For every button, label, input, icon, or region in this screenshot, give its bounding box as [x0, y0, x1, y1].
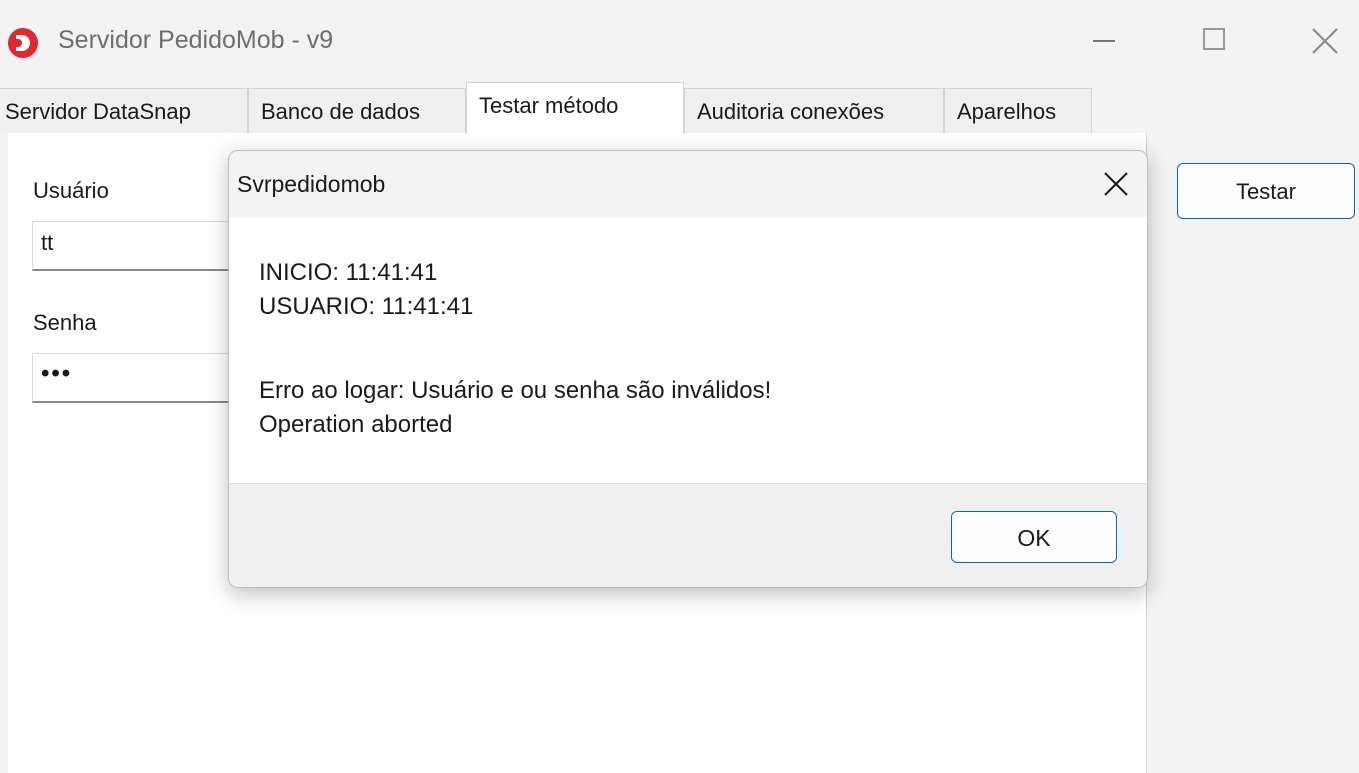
minimize-button[interactable] [1065, 18, 1145, 64]
dialog-close-button[interactable] [1087, 163, 1147, 205]
maximize-button[interactable] [1175, 18, 1255, 64]
senha-input[interactable]: ••• [32, 353, 252, 403]
testar-button[interactable]: Testar [1177, 163, 1355, 219]
error-message-line: Erro ao logar: Usuário e ou senha são in… [259, 377, 772, 404]
dialog-message: INICIO: 11:41:41 USUARIO: 11:41:41 Erro … [229, 217, 1147, 483]
message-line: INICIO: 11:41:41 [259, 259, 438, 286]
dialog-titlebar: Svrpedidomob [229, 151, 1147, 217]
tab-testar-metodo[interactable]: Testar método [466, 82, 684, 134]
minimize-icon [1093, 40, 1115, 42]
ok-button[interactable]: OK [951, 511, 1117, 563]
window-title: Servidor PedidoMob - v9 [58, 26, 334, 54]
close-icon [1104, 172, 1128, 196]
dialog-footer: OK [229, 483, 1147, 587]
dialog-title: Svrpedidomob [237, 171, 386, 197]
close-window-button[interactable] [1285, 18, 1359, 64]
tab-banco-de-dados[interactable]: Banco de dados [248, 88, 466, 134]
usuario-input[interactable]: tt [32, 221, 252, 271]
senha-label: Senha [33, 310, 97, 335]
window-titlebar: Servidor PedidoMob - v9 [0, 0, 1359, 80]
app-logo-icon [8, 28, 38, 58]
message-line: Operation aborted [259, 411, 453, 438]
usuario-label: Usuário [33, 178, 109, 203]
tab-aparelhos[interactable]: Aparelhos [944, 88, 1092, 134]
tab-bar: Servidor DataSnap Banco de dados Testar … [0, 82, 1359, 134]
tab-servidor-datasnap[interactable]: Servidor DataSnap [0, 88, 248, 134]
tab-auditoria-conexoes[interactable]: Auditoria conexões [684, 88, 944, 134]
message-line: USUARIO: 11:41:41 [259, 293, 474, 320]
message-dialog: Svrpedidomob INICIO: 11:41:41 USUARIO: 1… [228, 150, 1148, 588]
maximize-icon [1203, 28, 1225, 50]
close-icon [1312, 28, 1338, 54]
